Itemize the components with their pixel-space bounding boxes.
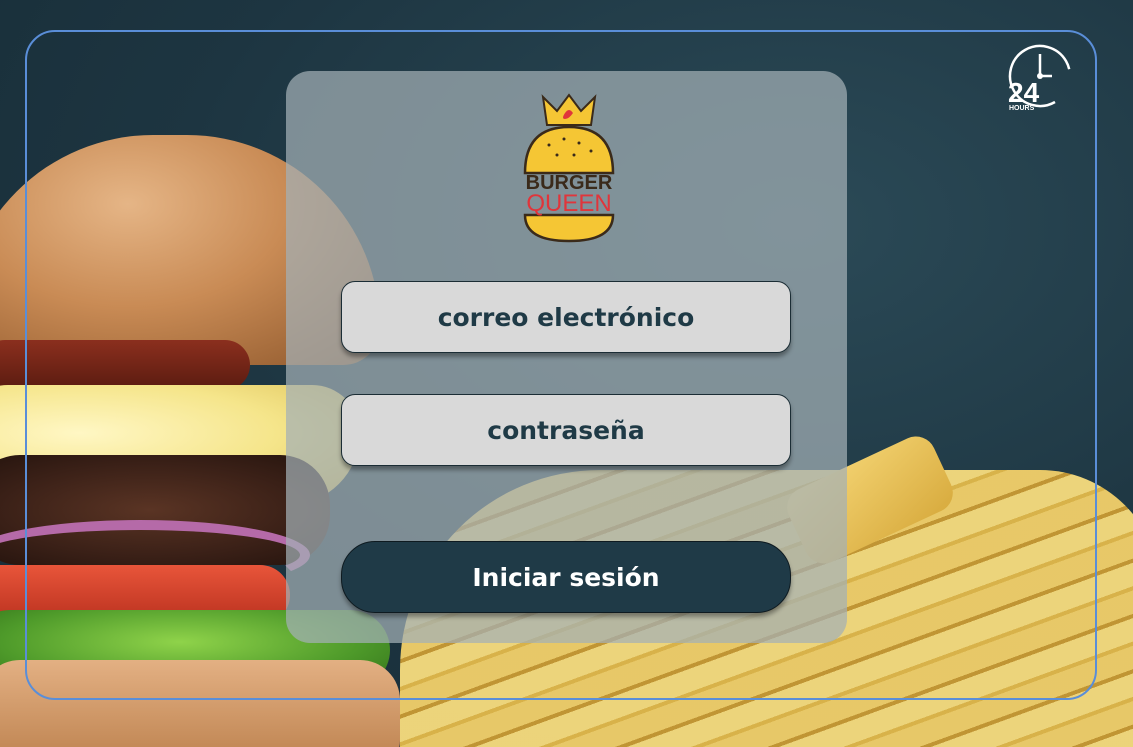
clock-24-hours-icon: 24 HOURS (1008, 44, 1072, 112)
email-field-container (341, 281, 791, 353)
badge-number: 24 (1008, 77, 1040, 108)
burger-queen-logo: BURGER QUEEN (523, 93, 615, 243)
logo-text-queen: QUEEN (526, 190, 611, 217)
password-field-container (341, 394, 791, 466)
password-field[interactable] (342, 394, 790, 466)
login-button[interactable]: Iniciar sesión (341, 541, 791, 613)
email-field[interactable] (342, 281, 790, 353)
badge-label: HOURS (1009, 105, 1035, 112)
